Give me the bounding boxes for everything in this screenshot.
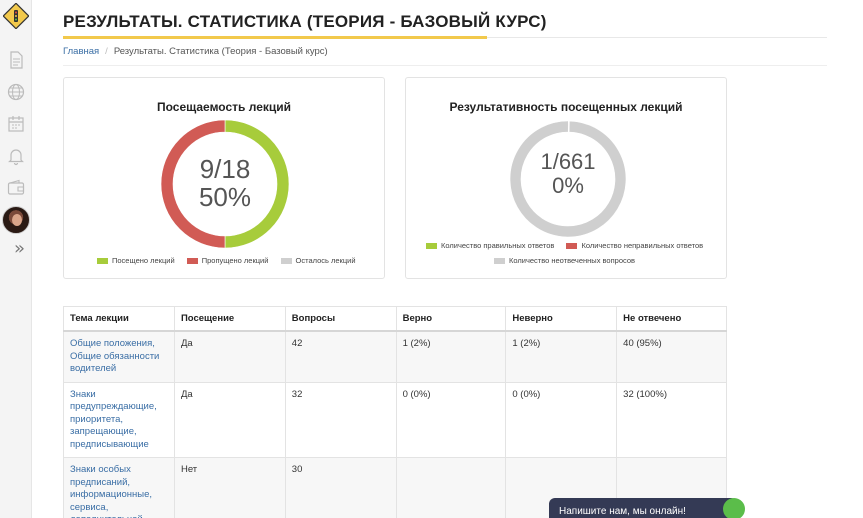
wrong-cell: 1 (2%)	[505, 330, 618, 383]
correct-cell: 0 (0%)	[395, 381, 507, 458]
legend-item-unanswered[interactable]: Количество неотвеченных вопросов	[494, 256, 635, 265]
column-header-correct[interactable]: Верно	[395, 306, 507, 332]
legend-swatch	[566, 242, 578, 249]
title-underline	[63, 36, 487, 39]
column-header-wrong[interactable]: Неверно	[505, 306, 618, 332]
performance-card: Результативность посещенных лекций 1/661…	[405, 77, 727, 279]
breadcrumb-separator: /	[105, 46, 108, 57]
legend-item-wrong[interactable]: Количество неправильных ответов	[566, 241, 703, 250]
attendance-cell: Нет	[173, 457, 286, 518]
breadcrumb: Главная / Результаты. Статистика (Теория -…	[63, 46, 328, 57]
unanswered-cell: 32 (100%)	[616, 381, 727, 458]
legend-swatch	[186, 257, 198, 264]
table-header-row: Тема лекции Посещение Вопросы Верно Неве…	[63, 306, 727, 332]
performance-legend-row-1: Количество правильных ответов Количество…	[426, 241, 713, 251]
performance-percent: 0%	[552, 173, 584, 198]
attendance-card-title: Посещаемость лекций	[156, 100, 292, 114]
legend-label: Количество неправильных ответов	[581, 241, 704, 250]
lecture-topic-link[interactable]: Общие положения, Общие обязанности водит…	[63, 330, 175, 383]
performance-center-text: 1/661 0%	[508, 150, 628, 198]
column-header-questions[interactable]: Вопросы	[284, 306, 397, 332]
legend-swatch	[97, 257, 108, 264]
legend-label: Осталось лекций	[295, 256, 356, 265]
attendance-percent: 50%	[198, 182, 252, 212]
correct-cell	[395, 457, 507, 518]
globe-icon[interactable]	[6, 82, 26, 102]
table-row: Знаки предупреждающие, приоритета, запре…	[63, 381, 727, 458]
attendance-card: Посещаемость лекций 9/18 50% Посещено ле…	[63, 77, 385, 279]
questions-cell: 42	[284, 330, 397, 383]
attendance-ratio: 9/18	[199, 154, 251, 184]
legend-item-remaining[interactable]: Осталось лекций	[280, 256, 356, 265]
sidebar: »	[0, 0, 32, 518]
performance-card-title: Результативность посещенных лекций	[449, 100, 683, 114]
legend-item-attended[interactable]: Посещено лекций	[97, 256, 175, 265]
breadcrumb-home-link[interactable]: Главная	[63, 46, 99, 57]
double-chevron-right-icon[interactable]: »	[14, 238, 25, 259]
chat-online-indicator	[723, 498, 745, 518]
legend-swatch	[280, 257, 292, 264]
calendar-icon[interactable]	[6, 114, 26, 134]
lecture-topic-link[interactable]: Знаки предупреждающие, приоритета, запре…	[63, 381, 175, 458]
bell-icon[interactable]	[6, 146, 26, 166]
lectures-table: Тема лекции Посещение Вопросы Верно Неве…	[63, 306, 727, 518]
table-row: Общие положения, Общие обязанности водит…	[63, 330, 727, 383]
attendance-cell: Да	[173, 330, 286, 383]
legend-item-correct[interactable]: Количество правильных ответов	[426, 241, 554, 250]
attendance-legend: Посещено лекций Пропущено лекций Осталос…	[97, 256, 366, 266]
legend-label: Количество неотвеченных вопросов	[509, 256, 635, 265]
legend-item-missed[interactable]: Пропущено лекций	[186, 256, 269, 265]
wallet-icon[interactable]	[6, 178, 26, 198]
legend-swatch	[426, 242, 437, 249]
column-header-attendance[interactable]: Посещение	[173, 306, 286, 332]
correct-cell: 1 (2%)	[395, 330, 507, 383]
legend-label: Пропущено лекций	[201, 256, 269, 265]
logo-road-sign-icon[interactable]	[3, 3, 29, 29]
document-icon[interactable]	[6, 50, 26, 70]
attendance-center-text: 9/18 50%	[160, 155, 290, 211]
column-header-unanswered[interactable]: Не отвечено	[616, 306, 727, 332]
questions-cell: 32	[284, 381, 397, 458]
performance-legend-row-2: Количество неотвеченных вопросов	[494, 256, 645, 266]
page-title: РЕЗУЛЬТАТЫ. СТАТИСТИКА (ТЕОРИЯ - БАЗОВЫЙ…	[63, 12, 547, 31]
attendance-cell: Да	[173, 381, 286, 458]
lecture-topic-link[interactable]: Знаки особых предписаний, информационные…	[63, 457, 175, 518]
breadcrumb-divider	[63, 65, 827, 66]
column-header-topic[interactable]: Тема лекции	[63, 306, 175, 332]
avatar-face	[12, 214, 22, 226]
legend-swatch	[494, 257, 505, 264]
avatar[interactable]	[2, 206, 30, 234]
questions-cell: 30	[284, 457, 397, 518]
chat-widget-button[interactable]: Напишите нам, мы онлайн!	[549, 498, 737, 518]
unanswered-cell: 40 (95%)	[616, 330, 727, 383]
header-divider	[487, 37, 827, 38]
wrong-cell: 0 (0%)	[505, 381, 618, 458]
performance-ratio: 1/661	[540, 149, 596, 174]
legend-label: Посещено лекций	[112, 256, 175, 265]
breadcrumb-current: Результаты. Статистика (Теория - Базовый…	[113, 46, 328, 57]
legend-label: Количество правильных ответов	[441, 241, 555, 250]
